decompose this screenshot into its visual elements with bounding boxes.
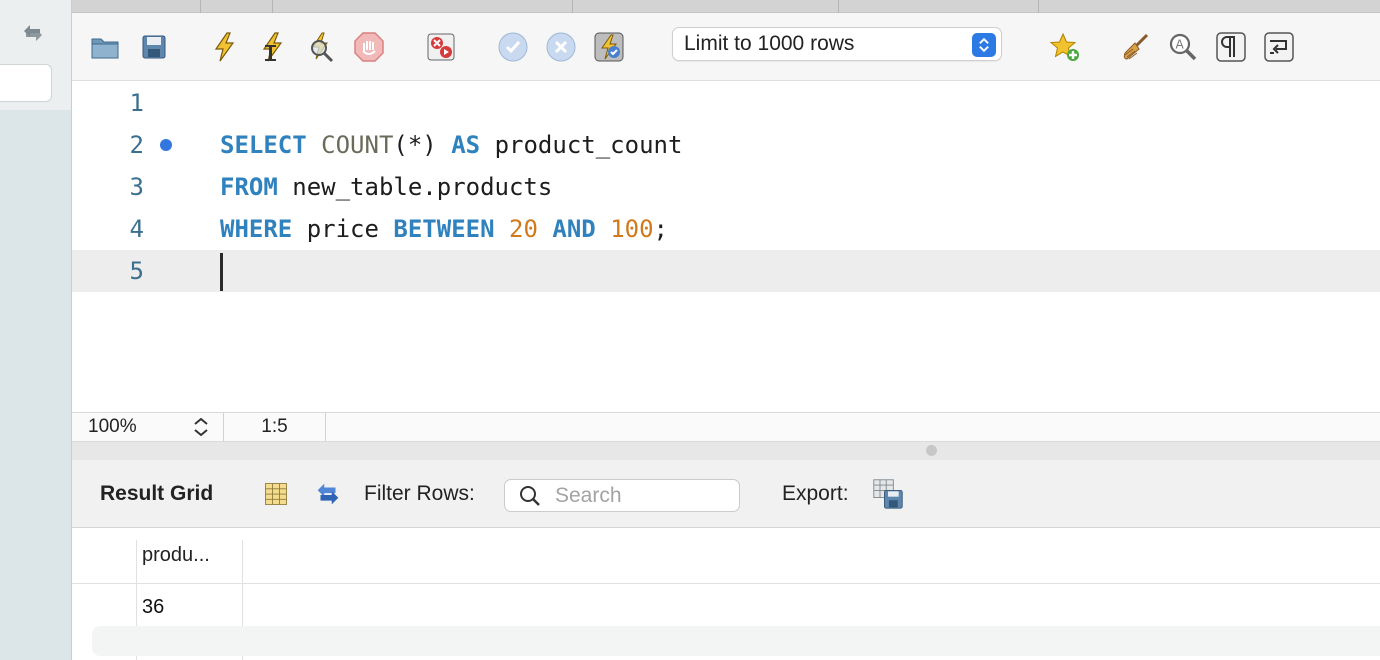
wrap-icon[interactable]	[1262, 30, 1296, 64]
code-token: WHERE	[220, 215, 293, 243]
execute-current-icon[interactable]	[256, 30, 290, 64]
editor-line[interactable]: 4 WHERE price BETWEEN 20 AND 100;	[72, 208, 1380, 250]
code-text: SELECT COUNT(*) AS product_count	[220, 131, 682, 159]
code-token: BETWEEN	[393, 215, 495, 243]
open-folder-icon[interactable]	[88, 30, 122, 64]
execute-icon[interactable]	[208, 30, 242, 64]
editor-line[interactable]: 3 FROM new_table.products	[72, 166, 1380, 208]
code-token: (*)	[393, 131, 437, 159]
editor-line[interactable]: 2 SELECT COUNT(*) AS product_count	[72, 124, 1380, 166]
code-token: ;	[653, 215, 668, 243]
editor-status-bar: 100% 1:5	[72, 412, 1380, 442]
table-cell[interactable]: 36	[142, 596, 164, 619]
result-grid-title: Result Grid	[100, 482, 214, 505]
zoom-select[interactable]: 100%	[72, 413, 224, 441]
tab-separator	[572, 0, 573, 13]
statement-marker-icon	[160, 139, 172, 151]
search-input[interactable]	[555, 483, 725, 508]
pane-splitter[interactable]	[72, 442, 1380, 460]
tab-separator	[200, 0, 201, 13]
left-sidebar	[0, 0, 72, 660]
code-token: product_count	[480, 131, 683, 159]
line-number: 2	[129, 131, 144, 159]
code-token: AS	[451, 131, 481, 159]
svg-text:A: A	[1176, 38, 1185, 52]
line-number: 3	[129, 173, 144, 201]
code-token: 20	[509, 215, 538, 243]
code-token: new_table.products	[277, 173, 553, 201]
tab-separator	[838, 0, 839, 13]
tab-separator	[272, 0, 273, 13]
refresh-icon[interactable]	[20, 22, 46, 44]
stop-icon[interactable]	[352, 30, 386, 64]
export-icon[interactable]	[872, 478, 904, 510]
sql-toolbar: Limit to 1000 rows A	[72, 13, 1380, 81]
column-header[interactable]: produ...	[142, 544, 210, 567]
editor-line[interactable]: 1	[72, 82, 1380, 124]
tab-separator	[1038, 0, 1039, 13]
result-grid: produ... 36	[72, 528, 1380, 660]
result-toolbar: Result Grid Filter Rows: Export:	[72, 460, 1380, 528]
explain-icon[interactable]	[304, 30, 338, 64]
limit-rows-value: Limit to 1000 rows	[684, 32, 855, 55]
search-icon	[520, 485, 540, 506]
code-token: COUNT	[321, 131, 394, 159]
zoom-value: 100%	[88, 416, 137, 437]
toggle-error-icon[interactable]	[424, 30, 458, 64]
commit-icon[interactable]	[496, 30, 530, 64]
schema-filter-input[interactable]	[0, 64, 52, 102]
tab-bar	[72, 0, 1380, 13]
code-token: price	[292, 215, 394, 243]
line-number: 5	[129, 257, 144, 285]
query-editor-pane: Limit to 1000 rows A 1 2 SELECT COUNT(*) A…	[72, 0, 1380, 660]
code-text: FROM new_table.products	[220, 173, 552, 201]
cursor-position: 1:5	[224, 413, 326, 441]
beautify-icon[interactable]	[1118, 30, 1152, 64]
grid-columns-icon[interactable]	[260, 478, 292, 510]
code-token: AND	[552, 215, 596, 243]
stepper-icon[interactable]	[191, 416, 211, 438]
line-number: 4	[129, 215, 144, 243]
add-snippet-icon[interactable]	[1048, 30, 1082, 64]
export-label: Export:	[782, 482, 849, 505]
code-token: FROM	[220, 173, 278, 201]
filter-rows-label: Filter Rows:	[364, 482, 475, 505]
filter-rows-search[interactable]	[504, 479, 740, 512]
sidebar-header	[0, 0, 71, 110]
empty-row	[92, 626, 1380, 656]
refresh-results-icon[interactable]	[312, 478, 344, 510]
line-number: 1	[129, 89, 144, 117]
chevron-updown-icon	[972, 33, 996, 57]
save-icon[interactable]	[137, 30, 171, 64]
limit-rows-select[interactable]: Limit to 1000 rows	[672, 27, 1002, 61]
editor-line[interactable]: 5	[72, 250, 1380, 292]
text-caret	[220, 253, 223, 291]
autocommit-icon[interactable]	[592, 30, 626, 64]
rollback-icon[interactable]	[544, 30, 578, 64]
code-text: WHERE price BETWEEN 20 AND 100;	[220, 215, 668, 243]
code-token: 100	[610, 215, 654, 243]
splitter-grip-icon[interactable]	[926, 445, 937, 456]
code-token: SELECT	[220, 131, 307, 159]
find-icon[interactable]: A	[1166, 30, 1200, 64]
header-separator	[72, 583, 1380, 584]
sql-editor[interactable]: 1 2 SELECT COUNT(*) AS product_count 3 FROM …	[72, 82, 1380, 412]
invisibles-icon[interactable]	[1214, 30, 1248, 64]
